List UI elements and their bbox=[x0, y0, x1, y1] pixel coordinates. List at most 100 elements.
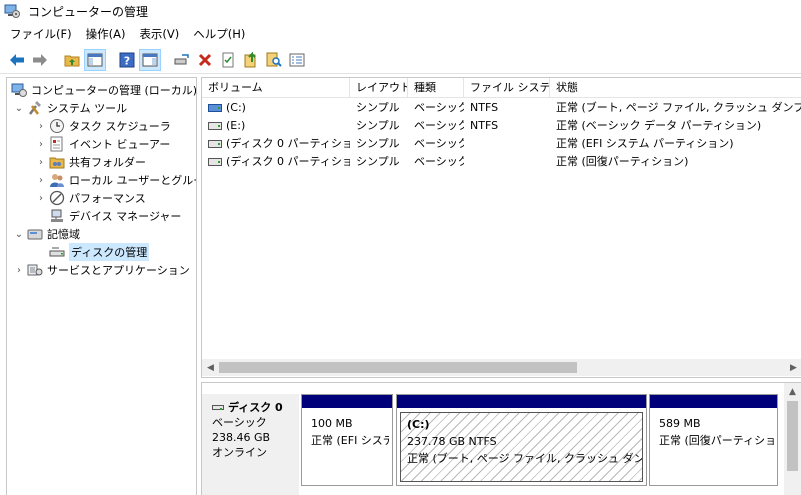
volume-status: 正常 (EFI システム パーティション) bbox=[556, 137, 734, 150]
disk-name: ディスク 0 bbox=[228, 401, 283, 414]
menu-file[interactable]: ファイル(F) bbox=[10, 26, 72, 42]
tree-item-device-manager[interactable]: デバイス マネージャー bbox=[49, 207, 181, 225]
column-header-status[interactable]: 状態 bbox=[550, 78, 801, 98]
chevron-right-icon[interactable]: › bbox=[35, 156, 47, 168]
help-button[interactable]: ? bbox=[116, 49, 138, 71]
search-button[interactable] bbox=[263, 49, 285, 71]
device-manager-icon bbox=[49, 208, 65, 224]
partition-size: 237.78 GB NTFS bbox=[407, 435, 497, 448]
disk-icon bbox=[212, 405, 224, 410]
column-header-layout[interactable]: レイアウト bbox=[350, 78, 408, 98]
menu-action[interactable]: 操作(A) bbox=[86, 26, 126, 42]
delete-button[interactable] bbox=[194, 49, 216, 71]
partition-name: (C:) bbox=[407, 418, 430, 431]
partition-status: 正常 (EFI システ bbox=[311, 434, 389, 447]
column-header-type[interactable]: 種類 bbox=[408, 78, 464, 98]
tree-item-label: ローカル ユーザーとグループ bbox=[69, 174, 196, 187]
tree-item-storage[interactable]: ⌄ 記憶域 bbox=[13, 225, 80, 243]
partition-efi[interactable]: 100 MB 正常 (EFI システ bbox=[301, 394, 393, 486]
disk-info[interactable]: ディスク 0 ベーシック 238.46 GB オンライン bbox=[202, 394, 299, 495]
partition-recovery[interactable]: 589 MB 正常 (回復パーティション bbox=[649, 394, 778, 486]
partition-body: 100 MB 正常 (EFI システ bbox=[305, 412, 389, 482]
chevron-right-icon[interactable]: › bbox=[13, 264, 25, 276]
vertical-scrollbar[interactable]: ▲ bbox=[784, 383, 801, 495]
volume-type: ベーシック bbox=[414, 101, 464, 114]
toolbar-separator bbox=[162, 49, 170, 71]
export-arrow-icon bbox=[244, 52, 256, 68]
show-hide-action-pane-button[interactable] bbox=[139, 49, 161, 71]
scrollbar-thumb[interactable] bbox=[787, 401, 798, 471]
tree-item-shared-folders[interactable]: › 共有フォルダー bbox=[35, 153, 146, 171]
horizontal-scrollbar[interactable]: ◀ ▶ bbox=[202, 359, 801, 376]
chevron-right-icon[interactable]: › bbox=[35, 192, 47, 204]
tree-item-disk-management[interactable]: ディスクの管理 bbox=[49, 243, 150, 261]
volume-icon bbox=[208, 121, 222, 130]
tree-item-label: タスク スケジューラ bbox=[69, 120, 171, 133]
delete-x-icon bbox=[198, 53, 212, 67]
partition-size: 589 MB bbox=[659, 417, 701, 430]
volume-status: 正常 (回復パーティション) bbox=[556, 155, 689, 168]
table-row[interactable]: (ディスク 0 パーティション 4) シンプル ベーシック 正常 (回復パーティ… bbox=[202, 152, 801, 170]
console-tree-icon bbox=[87, 53, 103, 67]
chevron-right-icon[interactable]: › bbox=[35, 120, 47, 132]
scrollbar-thumb[interactable] bbox=[219, 362, 577, 373]
column-header-filesystem[interactable]: ファイル システム bbox=[464, 78, 550, 98]
export-button[interactable] bbox=[240, 49, 262, 71]
volume-name: (C:) bbox=[226, 100, 246, 114]
tree-item-label: 記憶域 bbox=[47, 228, 80, 241]
up-level-button[interactable] bbox=[61, 49, 83, 71]
tree-item-event-viewer[interactable]: › イベント ビューアー bbox=[35, 135, 170, 153]
menu-help[interactable]: ヘルプ(H) bbox=[193, 26, 245, 42]
show-hide-console-tree-button[interactable] bbox=[84, 49, 106, 71]
shared-folder-icon bbox=[49, 154, 65, 170]
partition-bar bbox=[397, 395, 646, 408]
event-log-icon bbox=[49, 136, 65, 152]
forward-arrow-icon bbox=[33, 54, 47, 66]
forward-button[interactable] bbox=[29, 49, 51, 71]
connect-virtual-disk-button[interactable] bbox=[171, 49, 193, 71]
tree-item-label: サービスとアプリケーション bbox=[47, 264, 190, 277]
volume-icon bbox=[208, 140, 222, 148]
tree-item-label: デバイス マネージャー bbox=[69, 210, 182, 223]
column-header-volume[interactable]: ボリューム bbox=[202, 78, 350, 98]
partition-size: 100 MB bbox=[311, 417, 353, 430]
table-row[interactable]: (E:) シンプル ベーシック NTFS 正常 (ベーシック データ パーティシ… bbox=[202, 116, 801, 134]
volume-list: ボリューム レイアウト 種類 ファイル システム 状態 (C:) シンプル ベー… bbox=[201, 77, 801, 378]
chevron-down-icon[interactable]: ⌄ bbox=[13, 102, 25, 114]
clock-icon bbox=[49, 118, 65, 134]
scroll-right-icon[interactable]: ▶ bbox=[785, 359, 801, 376]
chevron-right-icon[interactable]: › bbox=[35, 138, 47, 150]
partition-status: 正常 (ブート, ページ ファイル, クラッシュ ダンプ, ベーシ bbox=[407, 452, 643, 465]
disk-management-icon bbox=[49, 244, 65, 260]
partition-bar bbox=[302, 395, 392, 408]
computer-management-icon bbox=[11, 82, 27, 98]
back-button[interactable] bbox=[6, 49, 28, 71]
scroll-left-icon[interactable]: ◀ bbox=[202, 359, 219, 376]
checklist-icon bbox=[222, 52, 234, 68]
services-icon bbox=[27, 262, 43, 278]
partition-c[interactable]: (C:) 237.78 GB NTFS 正常 (ブート, ページ ファイル, ク… bbox=[396, 394, 647, 486]
menu-view[interactable]: 表示(V) bbox=[139, 26, 179, 42]
volume-icon bbox=[208, 158, 222, 166]
folder-up-icon bbox=[64, 55, 80, 67]
volume-name: (E:) bbox=[226, 118, 246, 132]
disk-map: ディスク 0 ベーシック 238.46 GB オンライン 100 MB 正常 (… bbox=[201, 382, 801, 495]
scroll-up-icon[interactable]: ▲ bbox=[784, 383, 801, 400]
performance-no-entry-icon bbox=[49, 190, 65, 206]
settings-list-button[interactable] bbox=[286, 49, 308, 71]
tree-item-local-users-groups[interactable]: › ローカル ユーザーとグループ bbox=[35, 171, 196, 189]
tree-item-system-tools[interactable]: ⌄ システム ツール bbox=[13, 99, 127, 117]
tree-item-task-scheduler[interactable]: › タスク スケジューラ bbox=[35, 117, 171, 135]
action-pane-icon bbox=[142, 53, 158, 67]
disk-connect-icon bbox=[174, 54, 189, 65]
table-row[interactable]: (ディスク 0 パーティション 1) シンプル ベーシック 正常 (EFI シス… bbox=[202, 134, 801, 152]
volume-type: ベーシック bbox=[414, 119, 464, 132]
chevron-down-icon[interactable]: ⌄ bbox=[13, 228, 25, 240]
table-row[interactable]: (C:) シンプル ベーシック NTFS 正常 (ブート, ページ ファイル, … bbox=[202, 98, 801, 116]
properties-button[interactable] bbox=[217, 49, 239, 71]
tree-item-performance[interactable]: › パフォーマンス bbox=[35, 189, 146, 207]
tree-item-services-applications[interactable]: › サービスとアプリケーション bbox=[13, 261, 190, 279]
chevron-right-icon[interactable]: › bbox=[35, 174, 47, 186]
help-icon: ? bbox=[119, 52, 135, 68]
tree-item-computer-management[interactable]: コンピューターの管理 (ローカル) bbox=[11, 81, 196, 99]
